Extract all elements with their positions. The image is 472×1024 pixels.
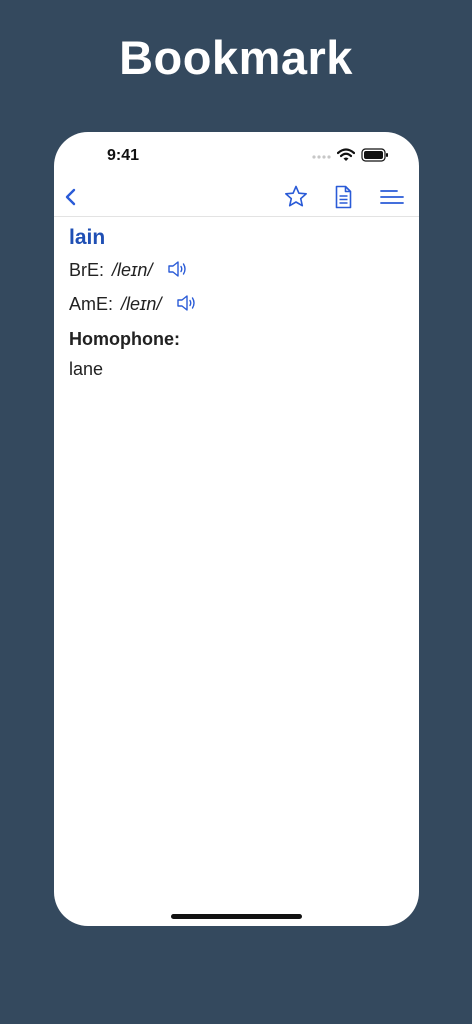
homophone-word[interactable]: lane bbox=[69, 359, 103, 380]
back-button[interactable] bbox=[58, 183, 86, 211]
document-icon bbox=[335, 185, 352, 209]
pronunciation-ame: AmE: /leɪn/ bbox=[69, 293, 198, 315]
page-headline: Bookmark bbox=[119, 31, 353, 84]
signal-dots-icon bbox=[312, 155, 331, 159]
status-bar: 9:41 bbox=[54, 132, 419, 182]
phone-frame: 9:41 lain BrE: /leɪn/ AmE: /leɪn/ Homoph… bbox=[54, 132, 419, 926]
battery-icon bbox=[361, 148, 388, 162]
chevron-left-icon bbox=[65, 188, 76, 206]
play-ame-audio-button[interactable] bbox=[176, 293, 198, 313]
menu-icon bbox=[380, 190, 404, 204]
pronunciation-ipa: /leɪn/ bbox=[112, 260, 153, 280]
play-bre-audio-button[interactable] bbox=[167, 259, 189, 279]
pronunciation-bre: BrE: /leɪn/ bbox=[69, 259, 189, 281]
menu-button[interactable] bbox=[377, 183, 407, 211]
home-indicator[interactable] bbox=[171, 914, 302, 919]
bookmark-button[interactable] bbox=[282, 183, 310, 211]
wifi-icon bbox=[337, 148, 355, 161]
status-time: 9:41 bbox=[107, 147, 140, 164]
homophone-label: Homophone: bbox=[69, 329, 180, 349]
star-icon bbox=[285, 185, 307, 207]
pronunciation-label: BrE: bbox=[69, 260, 105, 280]
entry-headword: lain bbox=[69, 226, 106, 249]
pronunciation-label: AmE: bbox=[69, 294, 114, 314]
pronunciation-ipa: /leɪn/ bbox=[121, 294, 162, 314]
speaker-icon bbox=[177, 295, 196, 311]
navigation-bar bbox=[54, 176, 419, 217]
document-button[interactable] bbox=[329, 183, 357, 211]
speaker-icon bbox=[168, 261, 187, 277]
